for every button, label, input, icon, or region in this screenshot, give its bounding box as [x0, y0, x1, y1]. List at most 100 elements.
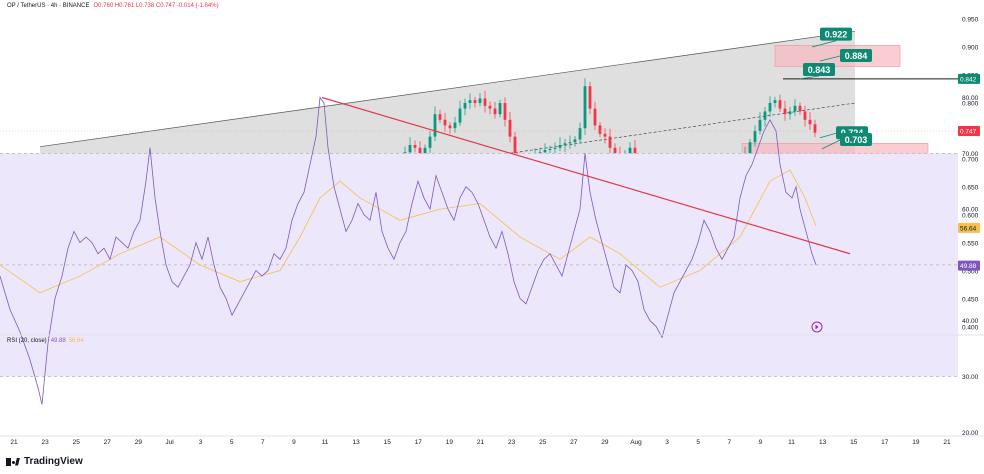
time-tick: 17: [415, 439, 423, 446]
candle-body: [568, 142, 572, 144]
candle-body: [493, 108, 497, 115]
candle-body: [483, 98, 487, 106]
candle-body: [753, 131, 757, 143]
candle-body: [558, 145, 562, 148]
tradingview-icon: [6, 457, 20, 466]
candle-body: [413, 145, 417, 148]
candle-body: [788, 111, 792, 115]
zone-0: [774, 45, 901, 67]
candle-body: [418, 147, 422, 154]
level-value: 0.922: [825, 30, 848, 40]
candle-body: [758, 119, 762, 131]
symbol-header: OP / TetherUS · 4h · BINANCE O0.760 H0.76…: [7, 3, 219, 9]
time-tick: 11: [322, 439, 329, 446]
rsi-tag-49.88: 49.88: [958, 260, 980, 271]
candle-body: [603, 133, 607, 137]
level-label-0.843: 0.843: [803, 62, 835, 76]
candle-body: [473, 100, 477, 103]
time-tick: 19: [912, 439, 920, 446]
time-tick: 15: [384, 439, 392, 446]
rsi-tick: 80.00: [962, 95, 979, 102]
candle-body: [503, 103, 507, 120]
time-tick: 17: [881, 439, 889, 446]
time-tick: Jul: [165, 439, 174, 446]
time-tick: 29: [135, 439, 143, 446]
price-tag-0.747: 0.747: [958, 126, 980, 136]
candle-body: [613, 147, 617, 154]
candle-body: [608, 136, 612, 148]
candle-body: [793, 105, 797, 112]
zone-1: [741, 143, 929, 154]
time-tick: 5: [230, 439, 234, 446]
time-tick: 13: [819, 439, 827, 446]
candle-body: [768, 103, 772, 112]
level-label-0.884: 0.884: [840, 48, 872, 62]
time-tick: 29: [601, 439, 609, 446]
time-tick: 9: [759, 439, 763, 446]
candle-body: [478, 98, 482, 103]
price-tick: 0.400: [962, 325, 979, 332]
candle-body: [578, 128, 582, 140]
rsi-tag-text: 56.64: [960, 225, 977, 232]
time-tick: 23: [41, 439, 49, 446]
price-tick: 0.900: [962, 45, 979, 52]
rsi-tick: 60.00: [962, 207, 979, 214]
candle-body: [583, 86, 587, 129]
rsi-tick: 70.00: [962, 151, 979, 158]
rsi-tick: 20.00: [962, 430, 979, 437]
time-tick: 7: [261, 439, 265, 446]
candle-body: [598, 125, 602, 134]
time-tick: 25: [539, 439, 547, 446]
candle-body: [438, 114, 442, 120]
candle-body: [443, 119, 447, 126]
candle-body: [773, 100, 777, 103]
time-tick: 23: [508, 439, 516, 446]
candle: [583, 78, 587, 135]
candle-body: [783, 108, 787, 115]
candle-body: [458, 108, 462, 123]
time-tick: 21: [477, 439, 485, 446]
candle-body: [748, 142, 752, 154]
time-tick: 15: [850, 439, 858, 446]
time-tick: 27: [570, 439, 578, 446]
candle-body: [628, 147, 632, 154]
candle-body: [408, 145, 412, 153]
candle-body: [573, 139, 577, 143]
time-tick: Aug: [630, 439, 642, 446]
tradingview-logo: TradingView: [6, 456, 83, 467]
candle-body: [543, 150, 547, 153]
candle-body: [763, 111, 767, 120]
time-tick: 13: [352, 439, 360, 446]
candle-body: [428, 136, 432, 148]
candle-body: [803, 111, 807, 120]
price-tick: 0.550: [962, 241, 979, 248]
candle-body: [778, 100, 782, 109]
time-tick: 25: [73, 439, 81, 446]
rsi-header: RSI (20, close) 49.88 56.64: [7, 338, 84, 344]
rsi-tick: 40.00: [962, 318, 979, 325]
rsi-band: [0, 153, 958, 377]
level-value: 0.843: [808, 65, 831, 75]
time-tick: 7: [727, 439, 731, 446]
candle-body: [448, 125, 452, 129]
time-tick: 11: [788, 439, 795, 446]
price-tick: 0.450: [962, 297, 979, 304]
time-tick: 5: [696, 439, 700, 446]
candle-body: [463, 103, 467, 109]
price-tag-0.842: 0.842: [958, 73, 980, 84]
time-tick: 21: [943, 439, 951, 446]
candle-body: [593, 108, 597, 126]
level-label-0.703: 0.703: [840, 132, 872, 146]
level-value: 0.884: [845, 51, 868, 61]
price-chart[interactable]: 0.9220.8840.8430.7240.7030.643 0.9500.90…: [0, 0, 984, 474]
price-tick: 0.950: [962, 17, 979, 24]
time-tick: 3: [199, 439, 203, 446]
brand-name: TradingView: [24, 456, 83, 467]
time-tick: 27: [104, 439, 112, 446]
candle-body: [813, 124, 817, 133]
candle-body: [468, 100, 472, 103]
candle-body: [433, 114, 437, 137]
candle-body: [588, 86, 592, 109]
candle-body: [548, 148, 552, 151]
rsi-tag-56.64: 56.64: [958, 222, 980, 233]
